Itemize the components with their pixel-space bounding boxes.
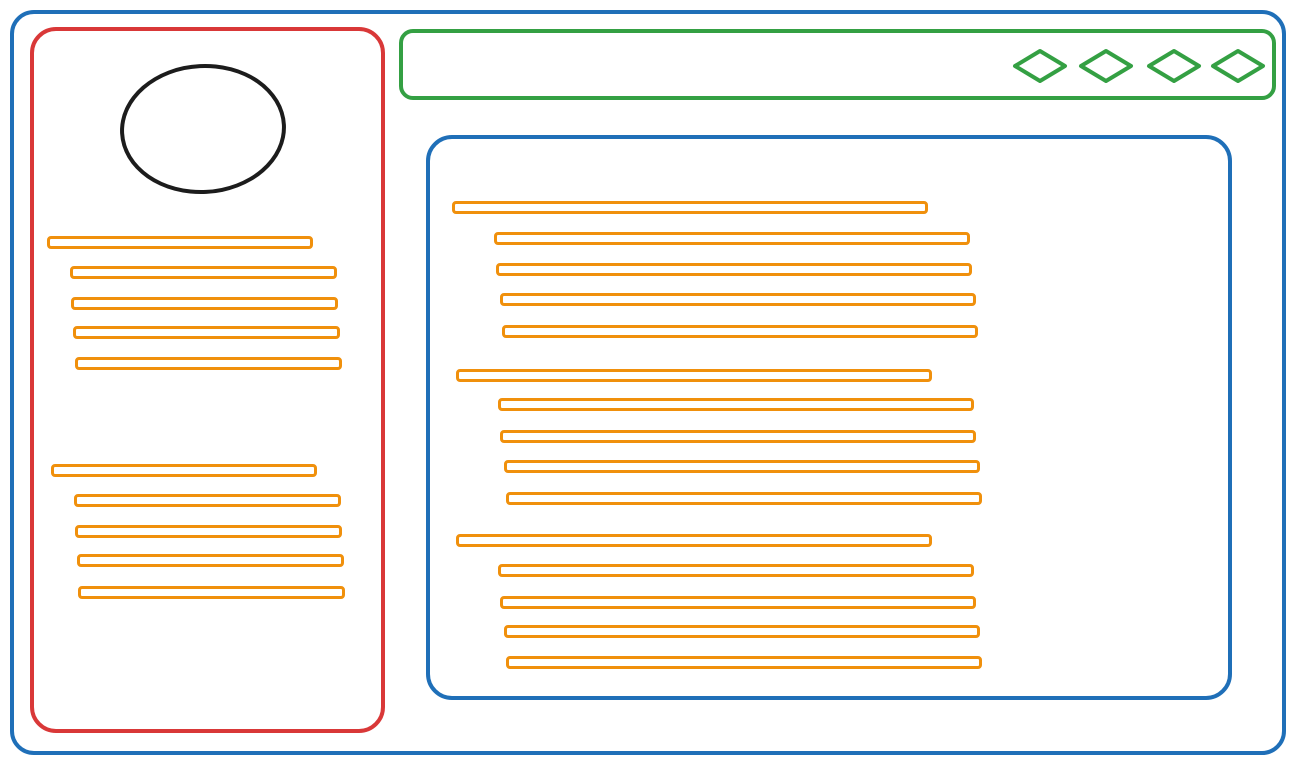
- content-line: [500, 430, 976, 443]
- main-section-3-heading: [456, 534, 932, 547]
- sidebar-section-2-heading: [51, 464, 317, 477]
- sidebar-item[interactable]: [78, 586, 345, 599]
- content-line: [494, 232, 970, 245]
- sidebar-item[interactable]: [77, 554, 344, 567]
- sidebar-item[interactable]: [71, 297, 338, 310]
- content-line: [504, 460, 980, 473]
- content-line: [504, 625, 980, 638]
- main-content-panel: [426, 135, 1232, 700]
- content-line: [506, 492, 982, 505]
- diamond-icon[interactable]: [1210, 48, 1266, 84]
- top-bar: [399, 29, 1276, 100]
- diamond-icon[interactable]: [1012, 48, 1068, 84]
- content-line: [502, 325, 978, 338]
- main-section-2-heading: [456, 369, 932, 382]
- wireframe-canvas: [0, 0, 1295, 764]
- sidebar-item[interactable]: [75, 525, 342, 538]
- sidebar-item[interactable]: [74, 494, 341, 507]
- diamond-icon[interactable]: [1146, 48, 1202, 84]
- content-line: [506, 656, 982, 669]
- sidebar-section-1-heading: [47, 236, 313, 249]
- sidebar-item[interactable]: [75, 357, 342, 370]
- sidebar-item[interactable]: [73, 326, 340, 339]
- diamond-icon[interactable]: [1078, 48, 1134, 84]
- sidebar-item[interactable]: [70, 266, 337, 279]
- content-line: [500, 293, 976, 306]
- content-line: [498, 398, 974, 411]
- content-line: [496, 263, 972, 276]
- content-line: [498, 564, 974, 577]
- main-section-1-heading: [452, 201, 928, 214]
- content-line: [500, 596, 976, 609]
